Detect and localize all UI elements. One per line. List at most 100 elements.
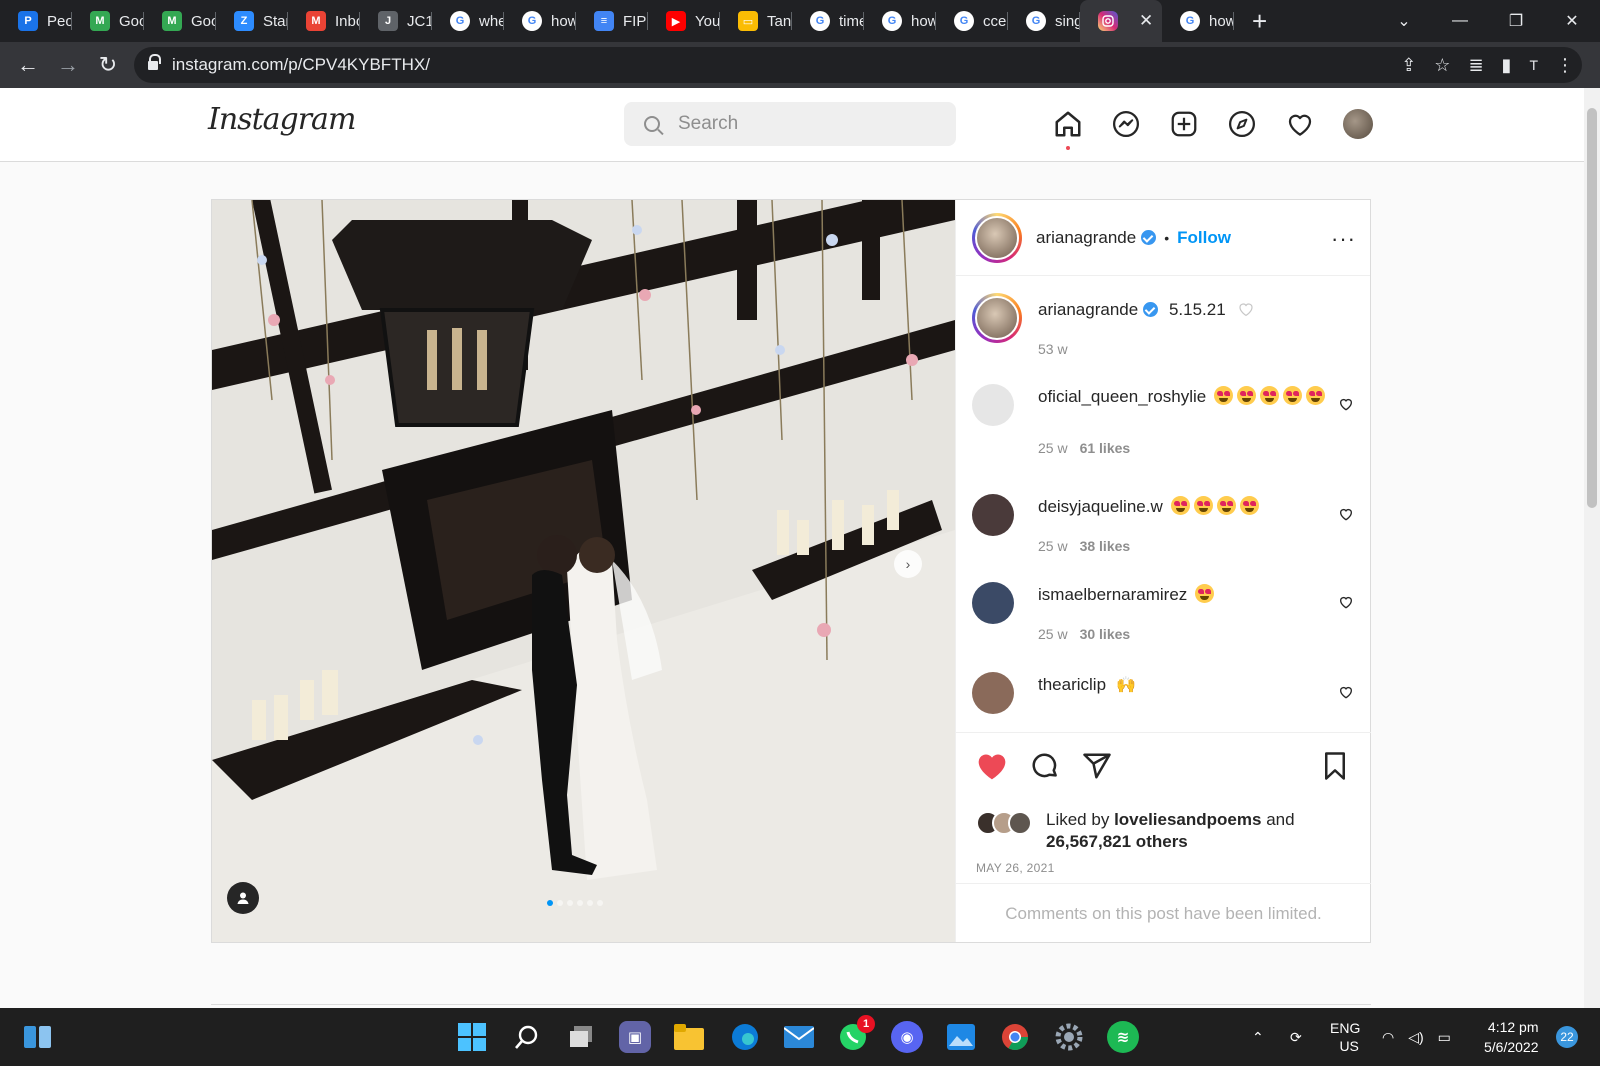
bookmark-star-icon[interactable]: ☆ [1434,55,1450,76]
share-icon[interactable]: ⇪ [1401,55,1416,76]
author-username-text[interactable]: arianagrande [1036,228,1136,247]
tab-instagram-active[interactable]: ✕ [1080,0,1162,42]
search-icon[interactable] [511,1021,543,1053]
like-comment-heart-icon[interactable] [1338,684,1354,700]
show-hidden-icons[interactable]: ⌃ [1252,1008,1264,1066]
tab-item-13[interactable]: Gcce [936,0,1008,42]
settings-gear-icon[interactable] [1053,1021,1085,1053]
caption-username[interactable]: arianagrande [1038,300,1138,319]
teams-chat-icon[interactable]: ▣ [619,1021,651,1053]
language-indicator[interactable]: ENG US [1330,1008,1360,1066]
forward-button[interactable]: → [48,52,88,78]
tagged-users-button[interactable] [227,882,259,914]
post-photo[interactable]: › [212,200,955,942]
explore-icon[interactable] [1226,108,1258,140]
carousel-next-button[interactable]: › [894,550,922,578]
like-comment-heart-icon[interactable] [1338,594,1354,610]
commenter-avatar[interactable] [972,582,1014,624]
scrollbar-thumb[interactable] [1587,108,1597,508]
more-options-icon[interactable]: ··· [1331,226,1356,252]
follow-button[interactable]: Follow [1177,228,1231,248]
system-tray-status[interactable]: ◠ ◁) ▭ [1382,1008,1451,1066]
commenter-avatar[interactable] [972,494,1014,536]
close-tab-icon[interactable]: ✕ [1139,11,1153,31]
comment-age[interactable]: 25 w [1038,626,1068,642]
page-scrollbar[interactable] [1584,88,1600,1008]
author-avatar[interactable] [972,212,1022,263]
like-comment-heart-icon[interactable] [1338,506,1354,522]
notification-center[interactable]: 22 [1556,1008,1578,1066]
caption-heart-icon[interactable] [1236,300,1256,318]
tab-item-11[interactable]: Gtime [792,0,864,42]
comment-age[interactable]: 25 w [1038,440,1068,456]
mail-icon[interactable] [783,1021,815,1053]
tab-item-8[interactable]: ≡ FIP [576,0,648,42]
save-bookmark-icon[interactable] [1321,751,1349,781]
comment-age[interactable]: 25 w [1038,538,1068,554]
url-text[interactable]: instagram.com/p/CPV4KYBFTHX/ [172,55,430,75]
tab-search-icon[interactable]: ⌄ [1376,11,1432,31]
reload-button[interactable]: ↻ [88,52,128,78]
file-explorer-icon[interactable] [673,1021,705,1053]
task-view-icon[interactable] [565,1021,597,1053]
comment-likes[interactable]: 38 likes [1080,538,1131,554]
commenter-username[interactable]: theariclip [1038,675,1106,694]
side-panel-icon[interactable]: ▮ [1502,55,1512,76]
tab-item-4[interactable]: M Inbo [288,0,360,42]
discord-icon[interactable]: ◉ [891,1021,923,1053]
widgets-icon[interactable] [22,1021,54,1053]
likes-count-link[interactable]: 26,567,821 others [1046,831,1356,853]
profile-avatar[interactable] [1342,108,1374,140]
new-tab-button[interactable]: + [1252,6,1267,37]
whatsapp-icon[interactable]: 1 [837,1015,875,1053]
tab-item-1[interactable]: M Goo [72,0,144,42]
tab-item-0[interactable]: P Peo [0,0,72,42]
liker-avatar[interactable] [1008,811,1032,835]
commenter-avatar[interactable] [972,384,1014,426]
commenter-avatar[interactable] [972,672,1014,714]
chrome-icon[interactable] [999,1021,1031,1053]
tab-item-10[interactable]: ▭ Tan [720,0,792,42]
like-comment-heart-icon[interactable] [1338,396,1354,412]
edge-icon[interactable] [729,1021,761,1053]
comment-likes[interactable]: 61 likes [1080,440,1131,456]
tab-item-6[interactable]: Gwhe [432,0,504,42]
liked-heart-icon[interactable] [976,751,1008,781]
start-button[interactable] [456,1021,488,1053]
tab-item-12[interactable]: Ghow [864,0,936,42]
instagram-logo[interactable]: Instagram [208,102,356,137]
photos-icon[interactable] [945,1021,977,1053]
activity-heart-icon[interactable] [1284,108,1316,140]
search-input[interactable]: Search [624,102,956,146]
close-window-button[interactable]: ✕ [1544,11,1600,31]
tab-item-9[interactable]: ▶ You [648,0,720,42]
commenter-username[interactable]: ismaelbernaramirez [1038,585,1187,604]
tab-item-5[interactable]: J JC1 [360,0,432,42]
tab-after-0[interactable]: Ghow [1162,0,1234,42]
tab-item-14[interactable]: Gsing [1008,0,1080,42]
share-direct-icon[interactable] [1082,751,1112,781]
messenger-icon[interactable] [1110,108,1142,140]
minimize-button[interactable]: — [1432,12,1488,30]
tab-item-3[interactable]: Z Star [216,0,288,42]
new-post-icon[interactable] [1168,108,1200,140]
reading-list-icon[interactable]: ≣ [1468,55,1483,76]
author-username[interactable]: arianagrande [1036,228,1157,248]
post-date[interactable]: MAY 26, 2021 [976,861,1055,875]
commenter-username[interactable]: oficial_queen_roshylie [1038,387,1206,406]
back-button[interactable]: ← [8,52,48,78]
comment-icon[interactable] [1030,751,1060,781]
tab-item-2[interactable]: M Goo [144,0,216,42]
spotify-icon[interactable]: ≋ [1107,1021,1139,1053]
profile-button[interactable]: T [1529,57,1538,73]
address-bar[interactable]: instagram.com/p/CPV4KYBFTHX/ ⇪ ☆ ≣ ▮ T ⋮ [134,47,1582,83]
comment-likes[interactable]: 30 likes [1080,626,1131,642]
onedrive-sync-icon[interactable]: ⟳ [1290,1008,1302,1066]
restore-button[interactable]: ❐ [1488,11,1544,31]
tab-item-7[interactable]: Ghow [504,0,576,42]
lock-icon[interactable] [148,54,161,71]
clock[interactable]: 4:12 pm 5/6/2022 [1484,1008,1539,1066]
commenter-username[interactable]: deisyjaqueline.w [1038,497,1163,516]
menu-kebab-icon[interactable]: ⋮ [1556,55,1574,76]
caption-avatar[interactable] [972,293,1022,343]
